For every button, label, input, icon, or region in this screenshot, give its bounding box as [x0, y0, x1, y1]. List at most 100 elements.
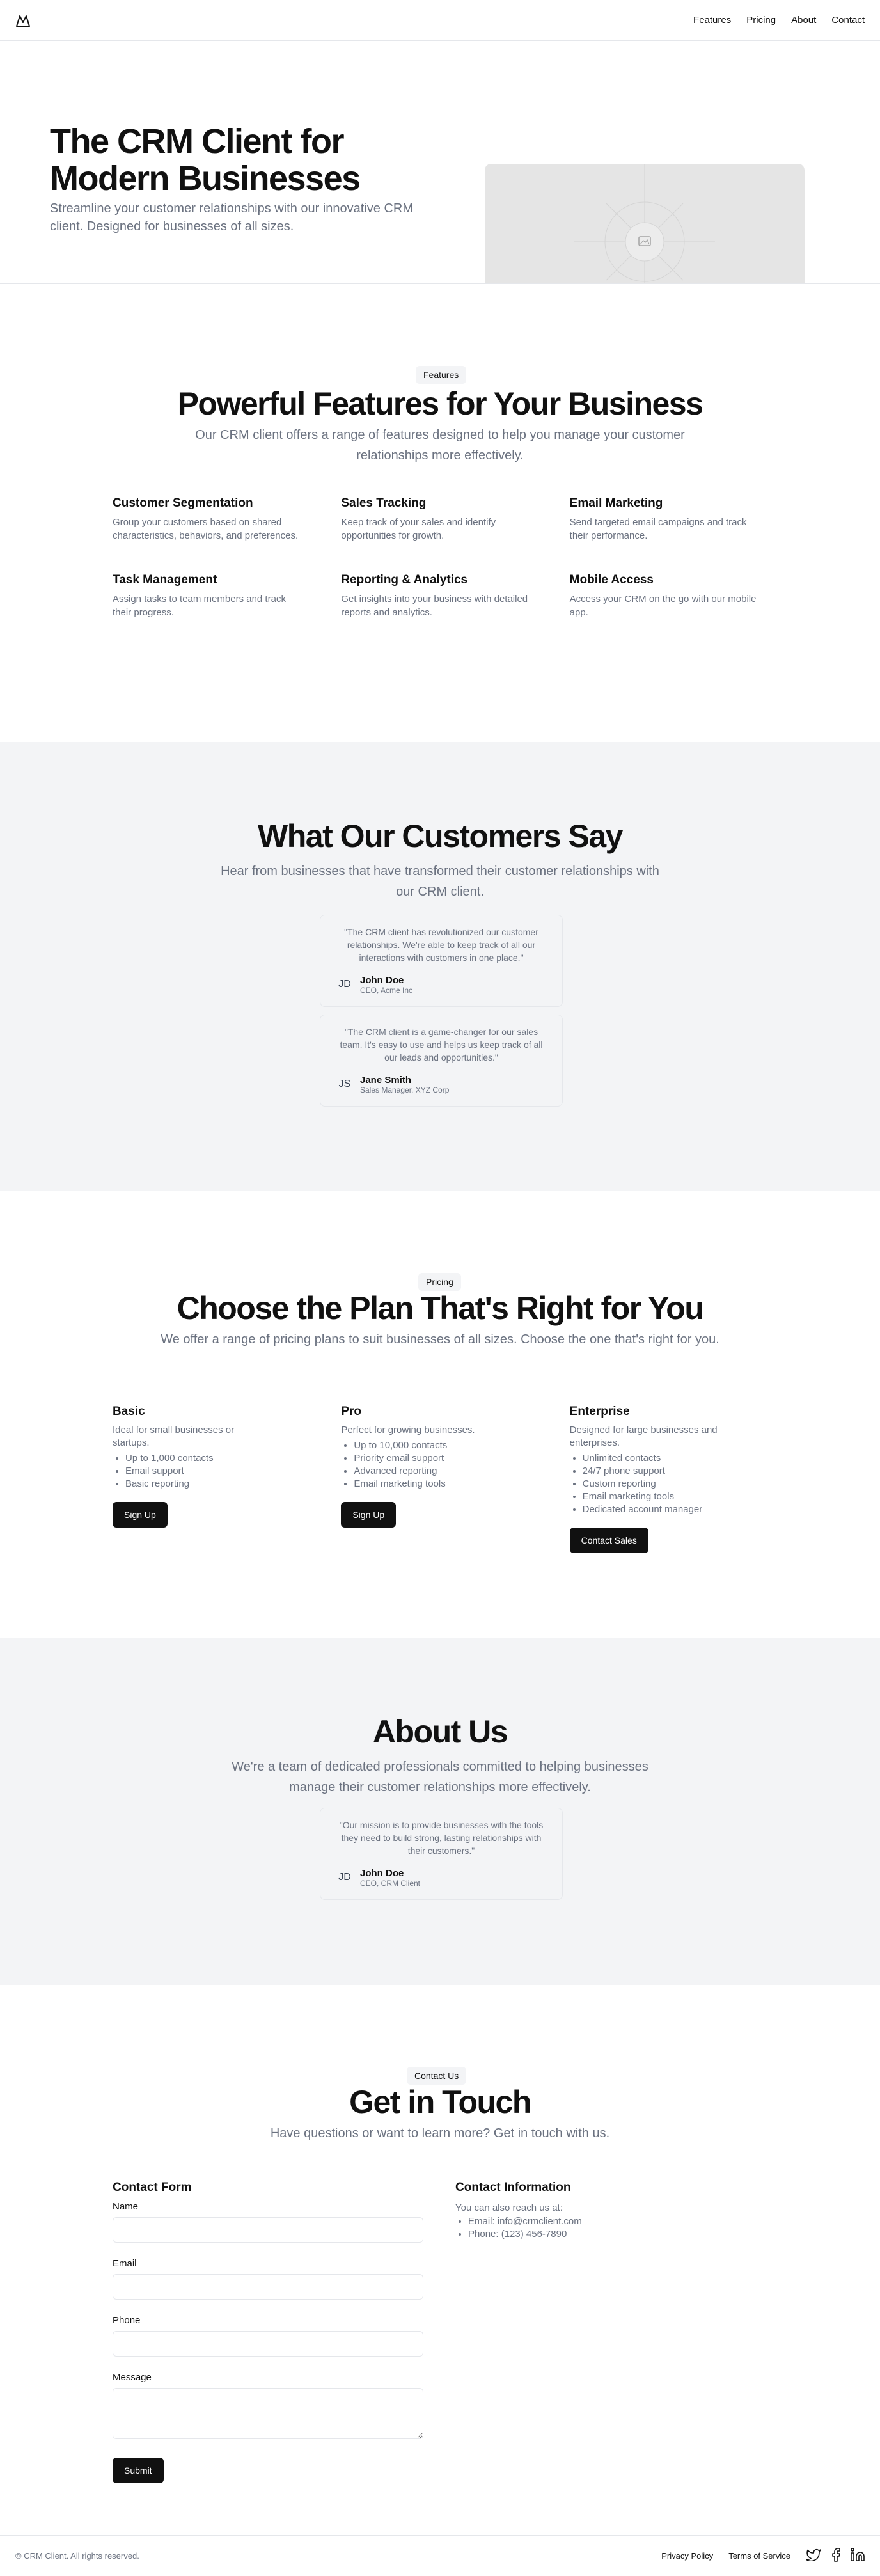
author-role: Sales Manager, XYZ Corp: [360, 1085, 450, 1094]
feature-title: Reporting & Analytics: [341, 573, 468, 587]
contact-sales-button[interactable]: Contact Sales: [569, 1528, 648, 1553]
plan-feature: Email support: [125, 1465, 310, 1478]
plan-feature: Email marketing tools: [583, 1490, 767, 1503]
testimonial-card: "The CRM client has revolutionized our c…: [320, 915, 563, 1007]
plan-desc: Designed for large businesses and enterp…: [569, 1425, 718, 1448]
about-card: "Our mission is to provide businesses wi…: [320, 1808, 563, 1900]
nav-contact[interactable]: Contact: [831, 15, 865, 26]
hero-image-placeholder: [485, 164, 805, 283]
contact-form: Contact Form Name Email Phone Message Su…: [113, 2181, 423, 2483]
feature-item: Reporting & Analytics Get insights into …: [341, 573, 538, 619]
author-name: John Doe: [360, 1867, 404, 1879]
nav-pricing[interactable]: Pricing: [746, 15, 776, 26]
testimonial-author: JS Jane Smith Sales Manager, XYZ Corp: [333, 1073, 549, 1096]
pricing-pill: Pricing: [418, 1273, 461, 1291]
pricing-plans: Basic Ideal for small businesses or star…: [113, 1405, 767, 1553]
contact-info: Contact Information You can also reach u…: [455, 2181, 766, 2241]
sign-up-button[interactable]: Sign Up: [113, 1502, 168, 1528]
about-author: JD John Doe CEO, CRM Client: [333, 1866, 549, 1889]
plan-feature: Advanced reporting: [354, 1465, 538, 1478]
facebook-icon[interactable]: [831, 2548, 840, 2564]
site-header: Features Pricing About Contact: [0, 0, 880, 41]
pricing-section: Pricing Choose the Plan That's Right for…: [0, 1191, 880, 1638]
terms-of-service-link[interactable]: Terms of Service: [728, 2551, 790, 2561]
feature-item: Mobile Access Access your CRM on the go …: [570, 573, 767, 619]
contact-title: Get in Touch: [349, 2084, 531, 2120]
feature-desc: Send targeted email campaigns and track …: [569, 517, 747, 541]
twitter-icon[interactable]: [806, 2548, 821, 2563]
contact-info-text: You can also reach us at:: [455, 2202, 563, 2213]
author-role: CEO, CRM Client: [360, 1878, 421, 1888]
testimonial-quote: "The CRM client has revolutionized our c…: [344, 927, 538, 963]
privacy-policy-link[interactable]: Privacy Policy: [661, 2551, 713, 2561]
testimonial-quote: "The CRM client is a game-changer for ou…: [340, 1027, 543, 1063]
about-title: About Us: [372, 1714, 508, 1750]
plan-enterprise: Enterprise Designed for large businesses…: [569, 1405, 767, 1553]
about-subtitle: We're a team of dedicated professionals …: [232, 1760, 648, 1794]
feature-desc: Keep track of your sales and identify op…: [341, 517, 496, 541]
features-title: Powerful Features for Your Business: [177, 386, 703, 422]
nav-features[interactable]: Features: [693, 15, 731, 26]
submit-button[interactable]: Submit: [113, 2458, 164, 2483]
message-field[interactable]: [113, 2388, 423, 2439]
plan-feature: Custom reporting: [583, 1478, 767, 1490]
avatar: JD: [338, 979, 351, 990]
plan-basic: Basic Ideal for small businesses or star…: [113, 1405, 310, 1553]
feature-desc: Get insights into your business with det…: [341, 594, 528, 618]
feature-title: Email Marketing: [569, 496, 663, 510]
nav-about[interactable]: About: [791, 15, 816, 26]
plan-name: Pro: [341, 1405, 362, 1418]
copyright-text: © CRM Client. All rights reserved.: [15, 2551, 139, 2561]
features-pill: Features: [416, 366, 467, 384]
contact-subtitle: Have questions or want to learn more? Ge…: [270, 2126, 610, 2140]
features-subtitle: Our CRM client offers a range of feature…: [195, 428, 685, 462]
hero-title: The CRM Client for Modern Businesses: [50, 123, 421, 197]
contact-info-title: Contact Information: [455, 2181, 571, 2194]
plan-feature: Dedicated account manager: [583, 1503, 767, 1516]
avatar: JD: [338, 1872, 351, 1883]
main-nav: Features Pricing About Contact: [693, 15, 865, 26]
feature-item: Sales Tracking Keep track of your sales …: [341, 496, 538, 542]
plan-feature: Basic reporting: [125, 1478, 310, 1490]
feature-item: Email Marketing Send targeted email camp…: [570, 496, 767, 542]
phone-label: Phone: [113, 2315, 141, 2326]
email-field[interactable]: [113, 2274, 423, 2300]
plan-feature: Priority email support: [354, 1452, 538, 1465]
plan-features: Unlimited contacts 24/7 phone support Cu…: [583, 1452, 767, 1516]
contact-email: Email: info@crmclient.com: [468, 2215, 766, 2228]
sign-up-button[interactable]: Sign Up: [341, 1502, 397, 1528]
feature-item: Customer Segmentation Group your custome…: [113, 496, 310, 542]
contact-phone: Phone: (123) 456-7890: [468, 2228, 766, 2241]
plan-pro: Pro Perfect for growing businesses. Up t…: [341, 1405, 538, 1553]
about-quote: "Our mission is to provide businesses wi…: [339, 1820, 544, 1856]
features-section: Features Powerful Features for Your Busi…: [0, 284, 880, 742]
linkedin-icon[interactable]: [851, 2548, 865, 2564]
social-icons: [806, 2548, 865, 2564]
footer-links: Privacy Policy Terms of Service: [661, 2548, 865, 2564]
plan-name: Enterprise: [569, 1405, 630, 1418]
hero-title-line1: The CRM Client for: [50, 122, 344, 161]
feature-item: Task Management Assign tasks to team mem…: [113, 573, 310, 619]
testimonials-subtitle: Hear from businesses that have transform…: [221, 864, 659, 899]
hero-title-line2: Modern Businesses: [50, 159, 361, 198]
phone-field[interactable]: [113, 2331, 423, 2357]
pricing-subtitle: We offer a range of pricing plans to sui…: [161, 1332, 719, 1347]
plan-feature: Up to 10,000 contacts: [354, 1439, 538, 1452]
plan-feature: Email marketing tools: [354, 1478, 538, 1490]
plan-name: Basic: [113, 1405, 145, 1418]
plan-feature: 24/7 phone support: [583, 1465, 767, 1478]
testimonial-author: JD John Doe CEO, Acme Inc: [333, 973, 549, 996]
name-field[interactable]: [113, 2217, 423, 2243]
hero-section: The CRM Client for Modern Businesses Str…: [0, 41, 880, 284]
author-name: Jane Smith: [360, 1074, 412, 1086]
plan-feature: Up to 1,000 contacts: [125, 1452, 310, 1465]
logo-icon[interactable]: [15, 13, 31, 28]
contact-info-list: Email: info@crmclient.com Phone: (123) 4…: [468, 2215, 766, 2241]
contact-form-title: Contact Form: [113, 2181, 192, 2194]
features-grid: Customer Segmentation Group your custome…: [113, 496, 767, 619]
hero-text: The CRM Client for Modern Businesses Str…: [50, 123, 421, 235]
contact-section: Contact Us Get in Touch Have questions o…: [0, 1985, 880, 2535]
plan-desc: Ideal for small businesses or startups.: [113, 1425, 235, 1448]
message-label: Message: [113, 2372, 152, 2383]
author-name: John Doe: [360, 974, 404, 986]
